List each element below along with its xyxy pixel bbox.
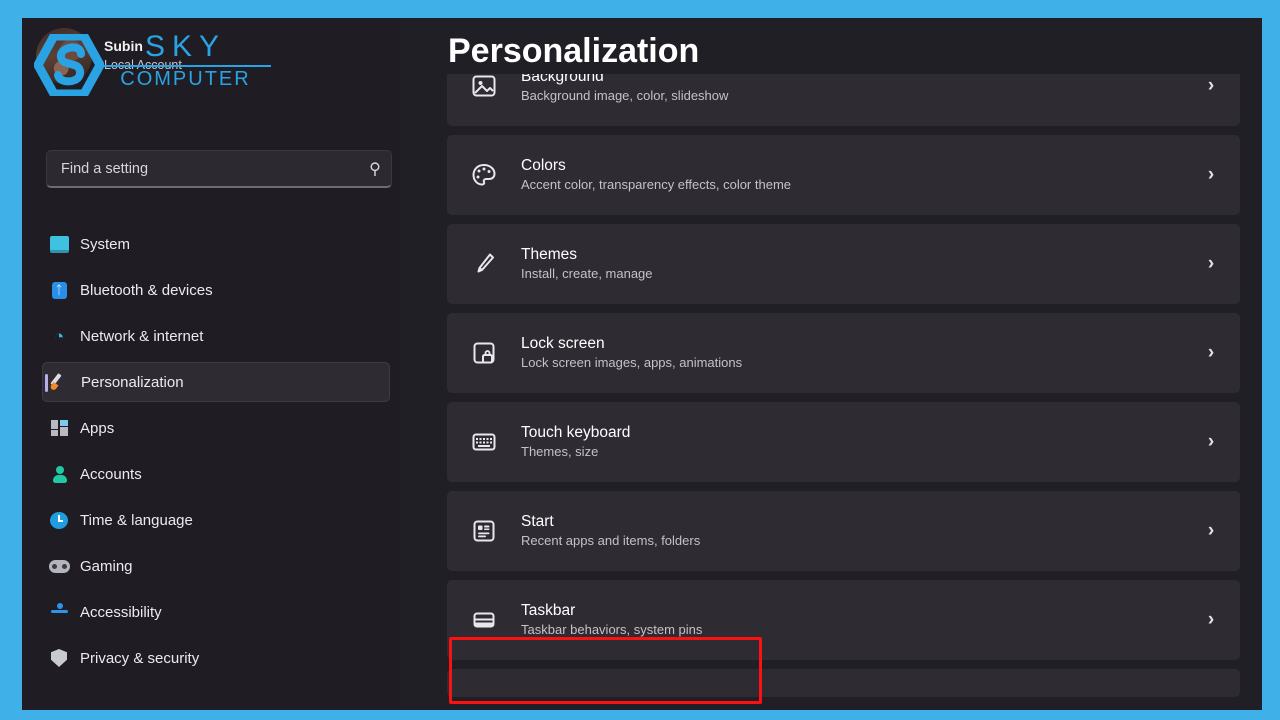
row-text: Taskbar Taskbar behaviors, system pins — [521, 602, 1182, 639]
sidebar-item-label: Accounts — [80, 465, 142, 483]
sidebar-item-label: System — [80, 235, 131, 253]
row-title: Themes — [521, 245, 577, 263]
gamepad-icon — [42, 559, 76, 574]
chevron-right-icon[interactable]: › — [1182, 609, 1240, 631]
sidebar-item-time-language[interactable]: Time & language — [42, 500, 390, 540]
page-title: Personalization — [448, 32, 700, 70]
apps-icon — [42, 420, 76, 437]
sidebar-item-personalization[interactable]: Personalization — [42, 362, 390, 402]
sidebar-item-label: Time & language — [80, 511, 193, 529]
settings-row-colors[interactable]: Colors Accent color, transparency effect… — [447, 135, 1240, 215]
row-text: Colors Accent color, transparency effect… — [521, 157, 1182, 194]
paintbrush-icon — [447, 251, 521, 277]
lock-screen-icon — [447, 340, 521, 366]
sidebar-item-label: Privacy & security — [80, 649, 200, 667]
chevron-right-icon[interactable]: › — [1182, 431, 1240, 453]
sidebar-item-gaming[interactable]: Gaming — [42, 546, 390, 586]
avatar — [36, 28, 92, 84]
settings-row-touch-keyboard[interactable]: Touch keyboard Themes, size › — [447, 402, 1240, 482]
palette-icon — [447, 162, 521, 188]
user-info: Subin Local Account — [104, 38, 182, 73]
bluetooth-icon: ᛏ — [42, 281, 76, 299]
main-content: Personalization Background Background im… — [400, 18, 1262, 710]
row-title: Lock screen — [521, 334, 605, 352]
keyboard-icon — [447, 429, 521, 455]
sidebar-item-label: Gaming — [80, 557, 133, 575]
sidebar-item-accounts[interactable]: Accounts — [42, 454, 390, 494]
search-box[interactable]: ⚲ — [46, 150, 392, 188]
settings-row-background[interactable]: Background Background image, color, slid… — [447, 74, 1240, 126]
settings-window: Subin Local Account SKY COMPUTER ⚲ — [22, 18, 1262, 710]
selection-indicator — [45, 374, 48, 392]
row-subtitle: Taskbar behaviors, system pins — [521, 622, 703, 638]
sidebar-item-label: Network & internet — [80, 327, 204, 345]
person-icon — [42, 465, 76, 483]
start-icon — [447, 518, 521, 544]
sidebar-item-apps[interactable]: Apps — [42, 408, 390, 448]
sidebar-item-accessibility[interactable]: Accessibility — [42, 592, 390, 632]
settings-row-lock-screen[interactable]: Lock screen Lock screen images, apps, an… — [447, 313, 1240, 393]
sidebar-item-system[interactable]: System — [42, 224, 390, 264]
settings-row-themes[interactable]: Themes Install, create, manage › — [447, 224, 1240, 304]
row-subtitle: Themes, size — [521, 444, 599, 460]
sidebar-item-bluetooth-devices[interactable]: ᛏ Bluetooth & devices — [42, 270, 390, 310]
outer-blue-frame: Subin Local Account SKY COMPUTER ⚲ — [0, 0, 1280, 720]
wifi-icon: ◔ — [53, 326, 65, 346]
sidebar-nav: System ᛏ Bluetooth & devices ◔ Network &… — [22, 218, 400, 684]
chevron-right-icon[interactable]: › — [1182, 253, 1240, 275]
sidebar-item-label: Accessibility — [80, 603, 162, 621]
image-icon — [447, 74, 521, 99]
settings-row-partial[interactable] — [447, 669, 1240, 697]
user-account-card[interactable]: Subin Local Account — [28, 20, 328, 92]
settings-row-start[interactable]: Start Recent apps and items, folders › — [447, 491, 1240, 571]
paintbrush-icon — [43, 373, 77, 391]
row-text: Touch keyboard Themes, size — [521, 424, 1182, 461]
sidebar-item-label: Bluetooth & devices — [80, 281, 213, 299]
row-title: Taskbar — [521, 601, 576, 619]
sidebar-item-label: Personalization — [81, 373, 184, 391]
row-title: Colors — [521, 156, 566, 174]
row-text: Themes Install, create, manage — [521, 246, 1182, 283]
chevron-right-icon[interactable]: › — [1182, 75, 1240, 97]
taskbar-icon — [447, 607, 521, 633]
row-text: Start Recent apps and items, folders — [521, 513, 1182, 550]
user-account-type: Local Account — [104, 57, 182, 72]
clock-icon — [42, 511, 76, 529]
row-title: Background — [521, 74, 604, 85]
chevron-right-icon[interactable]: › — [1182, 342, 1240, 364]
sidebar: Subin Local Account SKY COMPUTER ⚲ — [22, 18, 400, 710]
row-subtitle: Background image, color, slideshow — [521, 88, 729, 104]
accessibility-icon — [42, 603, 76, 621]
row-subtitle: Lock screen images, apps, animations — [521, 355, 743, 371]
row-title: Touch keyboard — [521, 423, 631, 441]
sidebar-item-privacy-security[interactable]: Privacy & security — [42, 638, 390, 678]
sidebar-item-label: Apps — [80, 419, 115, 437]
row-subtitle: Install, create, manage — [521, 266, 653, 282]
settings-row-taskbar[interactable]: Taskbar Taskbar behaviors, system pins › — [447, 580, 1240, 660]
row-title: Start — [521, 512, 554, 530]
row-subtitle: Accent color, transparency effects, colo… — [521, 177, 792, 193]
settings-list: Background Background image, color, slid… — [400, 74, 1262, 710]
sidebar-item-network-internet[interactable]: ◔ Network & internet — [42, 316, 390, 356]
row-text: Lock screen Lock screen images, apps, an… — [521, 335, 1182, 372]
shield-icon — [42, 649, 76, 667]
row-text: Background Background image, color, slid… — [521, 74, 1182, 104]
search-icon[interactable]: ⚲ — [359, 159, 391, 179]
user-name: Subin — [104, 38, 143, 55]
search-input[interactable] — [47, 160, 359, 177]
row-subtitle: Recent apps and items, folders — [521, 533, 701, 549]
chevron-right-icon[interactable]: › — [1182, 164, 1240, 186]
monitor-icon — [42, 235, 76, 253]
chevron-right-icon[interactable]: › — [1182, 520, 1240, 542]
